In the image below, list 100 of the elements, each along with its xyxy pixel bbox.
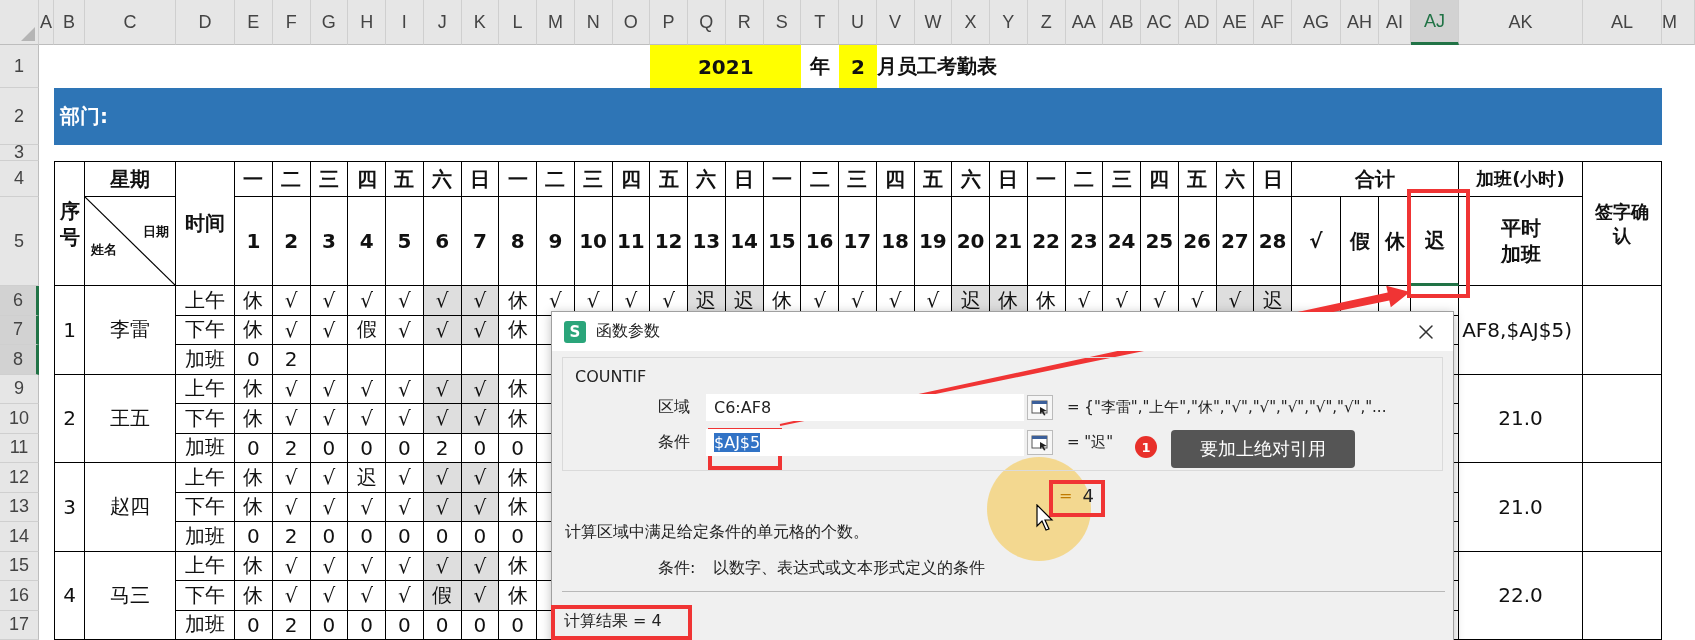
column-header[interactable]: P [650,0,688,45]
header-cell: 六 [688,161,726,197]
column-header[interactable]: L [499,0,537,45]
table-cell: √ [423,286,462,316]
column-header[interactable]: R [725,0,764,45]
column-header[interactable]: S [763,0,802,45]
column-header[interactable]: AK [1459,0,1583,45]
row-header[interactable]: 12 [0,463,39,493]
table-cell: √ [310,404,349,434]
column-header[interactable]: AC [1141,0,1179,45]
column-header[interactable]: AJ [1411,0,1459,45]
column-header[interactable]: AG [1292,0,1341,45]
column-header[interactable]: V [876,0,915,45]
header-cell: 二 [272,161,311,197]
row-header[interactable]: 9 [0,374,39,404]
row-header[interactable]: 14 [0,522,39,552]
column-header[interactable]: I [386,0,424,45]
column-header[interactable]: AF [1254,0,1292,45]
column-header[interactable]: K [461,0,500,45]
header-cell: √ [1292,197,1341,286]
header-cell: 日 [1254,161,1292,197]
column-header[interactable]: C [85,0,176,45]
range-select-icon [1031,399,1049,416]
column-header[interactable]: Q [688,0,726,45]
column-header[interactable]: U [839,0,877,45]
column-header[interactable]: B [54,0,85,45]
header-cell: 日 [725,161,764,197]
column-header[interactable]: M [1662,0,1695,45]
row-header[interactable]: 15 [0,551,39,581]
header-cell: 迟 [1411,197,1459,286]
row-header[interactable]: 5 [0,197,39,286]
row-header[interactable]: 8 [0,345,39,375]
argument-label: 条件: [658,557,696,579]
table-cell [386,345,424,375]
column-header[interactable]: X [952,0,990,45]
table-cell: 休 [235,315,273,345]
column-header[interactable]: A [39,0,54,45]
header-cell: 六 [952,161,990,197]
table-cell: √ [386,286,424,316]
formula-cell[interactable]: AF8,$AJ$5) [1459,286,1583,375]
table-cell: 3 [54,463,85,552]
header-cell: 日 [461,161,500,197]
table-cell: 下午 [176,404,235,434]
table-cell: 休 [235,374,273,404]
column-header[interactable]: AE [1216,0,1255,45]
range-select-button[interactable] [1027,395,1053,420]
column-header[interactable]: N [574,0,613,45]
table-cell: 2 [54,374,85,463]
column-header[interactable]: F [272,0,311,45]
argument-label: 区域 [658,397,691,418]
column-header[interactable]: T [801,0,839,45]
row-header[interactable]: 11 [0,433,39,463]
column-header[interactable]: Z [1027,0,1066,45]
column-header[interactable]: AL [1583,0,1662,45]
month-cell: 2 [839,45,877,88]
row-header[interactable]: 16 [0,581,39,611]
header-cell: 10 [574,197,613,286]
row-header[interactable]: 3 [0,145,39,161]
table-cell [461,345,500,375]
table-cell: 休 [235,492,273,522]
table-cell: 22.0 [1459,551,1583,640]
row-header[interactable]: 7 [0,315,39,345]
column-header[interactable]: AA [1065,0,1104,45]
row-header[interactable]: 2 [0,88,39,145]
column-header[interactable]: J [423,0,462,45]
input-field[interactable]: $AJ$5 [706,429,1024,456]
header-cell: 6 [423,197,462,286]
column-header[interactable]: AD [1178,0,1217,45]
column-header[interactable]: H [348,0,386,45]
row-header[interactable]: 17 [0,610,39,640]
header-cell: 一 [763,161,802,197]
input-field[interactable]: C6:AF8 [706,394,1024,421]
header-cell: 三 [310,161,349,197]
row-header[interactable]: 10 [0,404,39,434]
row-header[interactable]: 1 [0,45,39,88]
argument-value: = {"李雷","上午","休","√","√","√","√","√","... [1067,398,1387,417]
column-header[interactable]: G [310,0,349,45]
calculation-result: 计算结果 = 4 [564,610,662,632]
table-cell: 21.0 [1459,463,1583,552]
column-header[interactable]: Y [990,0,1028,45]
column-header[interactable]: O [612,0,651,45]
header-cell: 22 [1027,197,1066,286]
header-cell: 五 [386,161,424,197]
table-cell: 休 [235,581,273,611]
column-header[interactable]: AH [1341,0,1379,45]
table-cell: 下午 [176,492,235,522]
row-header[interactable]: 6 [0,286,39,316]
row-header[interactable]: 4 [0,161,39,197]
header-cell: 23 [1065,197,1104,286]
column-header[interactable]: W [914,0,953,45]
table-cell: 0 [386,610,424,640]
table-cell: √ [348,581,386,611]
column-header[interactable]: AI [1379,0,1411,45]
column-header[interactable]: E [235,0,273,45]
range-select-button[interactable] [1027,430,1053,455]
table-cell: √ [423,404,462,434]
column-header[interactable]: AB [1103,0,1141,45]
column-header[interactable]: D [176,0,235,45]
column-header[interactable]: M [537,0,575,45]
row-header[interactable]: 13 [0,492,39,522]
